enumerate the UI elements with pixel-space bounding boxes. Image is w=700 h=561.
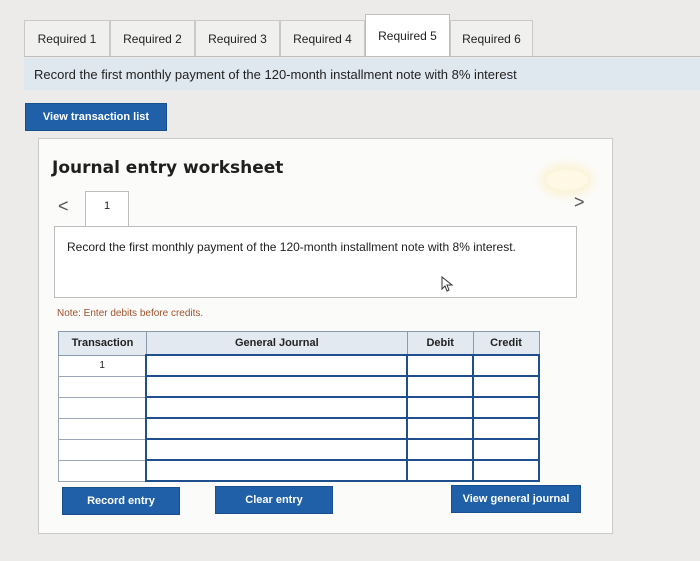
clear-entry-button[interactable]: Clear entry (215, 486, 333, 514)
debit-field[interactable] (406, 417, 475, 440)
debit-column-header: Debit (406, 331, 474, 356)
tab-required-3[interactable]: Required 3 (195, 20, 280, 56)
debit-field[interactable] (406, 375, 475, 398)
table-row: 1 (58, 354, 540, 377)
table-row (58, 459, 540, 482)
general-journal-column-header: General Journal (145, 331, 408, 356)
journal-table: Transaction General Journal Debit Credit… (58, 331, 540, 482)
table-row (58, 417, 540, 440)
transaction-column-header: Transaction (58, 331, 147, 356)
transaction-cell (58, 438, 147, 461)
transaction-cell: 1 (58, 354, 147, 377)
view-general-journal-button[interactable]: View general journal (451, 485, 581, 513)
debit-field[interactable] (406, 354, 475, 377)
chevron-left-icon[interactable]: < (58, 196, 69, 217)
debit-field[interactable] (406, 396, 475, 419)
account-field[interactable] (145, 396, 409, 419)
entry-description-box: Record the first monthly payment of the … (54, 226, 577, 298)
banner-text: Record the first monthly payment of the … (34, 66, 517, 82)
tab-required-4[interactable]: Required 4 (280, 20, 365, 56)
credit-field[interactable] (472, 417, 540, 440)
tab-divider (24, 56, 700, 57)
account-field[interactable] (145, 459, 409, 482)
credit-field[interactable] (472, 396, 540, 419)
worksheet-title: Journal entry worksheet (52, 158, 284, 178)
credit-field[interactable] (472, 354, 540, 377)
tab-required-1[interactable]: Required 1 (24, 20, 110, 56)
instruction-banner: Record the first monthly payment of the … (24, 58, 700, 90)
journal-table-header: Transaction General Journal Debit Credit (58, 331, 540, 356)
table-row (58, 396, 540, 419)
account-field[interactable] (145, 417, 409, 440)
credit-field[interactable] (472, 375, 540, 398)
tab-required-5[interactable]: Required 5 (365, 14, 450, 56)
table-row (58, 438, 540, 461)
transaction-cell (58, 375, 147, 398)
tab-required-2[interactable]: Required 2 (110, 20, 195, 56)
record-entry-button[interactable]: Record entry (62, 487, 180, 515)
light-glare (546, 170, 588, 190)
account-field[interactable] (145, 438, 409, 461)
transaction-cell (58, 396, 147, 419)
account-field[interactable] (145, 354, 409, 377)
credit-field[interactable] (472, 459, 540, 482)
debits-note: Note: Enter debits before credits. (57, 308, 204, 319)
mouse-cursor-icon (441, 276, 454, 292)
tab-required-6[interactable]: Required 6 (450, 20, 533, 56)
debit-field[interactable] (406, 459, 475, 482)
entry-number: 1 (103, 200, 111, 212)
debit-field[interactable] (406, 438, 475, 461)
table-row (58, 375, 540, 398)
chevron-right-icon[interactable]: > (574, 192, 585, 213)
entry-number-tab[interactable]: 1 (85, 191, 129, 227)
transaction-cell (58, 459, 147, 482)
view-transaction-list-button[interactable]: View transaction list (25, 103, 167, 131)
credit-column-header: Credit (472, 331, 540, 356)
entry-description: Record the first monthly payment of the … (67, 240, 516, 254)
account-field[interactable] (145, 375, 409, 398)
credit-field[interactable] (472, 438, 540, 461)
transaction-cell (58, 417, 147, 440)
